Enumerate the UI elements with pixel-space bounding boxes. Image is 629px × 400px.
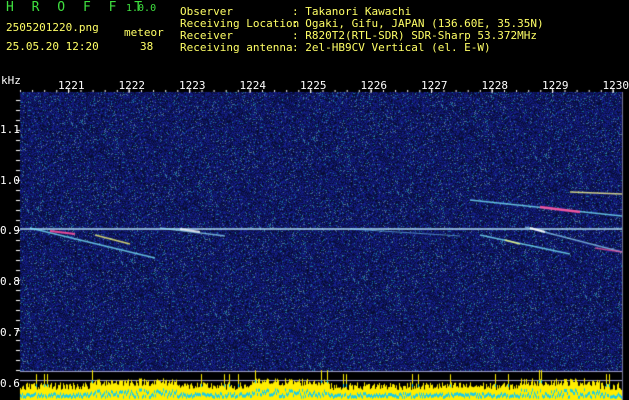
time-tick-label: 1221 [58,79,85,92]
time-tick-label: 1229 [542,79,569,92]
time-tick-label: 1228 [481,79,509,92]
antenna-label: Receiving antenna [180,41,293,54]
frequency-tick-label: 1.0 [0,174,20,187]
time-tick-label: 1226 [360,79,388,92]
meteor-label: meteor [124,26,164,39]
time-tick-label: 1223 [179,79,206,92]
meteor-count: 38 [140,40,154,53]
time-tick-label: 1222 [118,79,146,92]
app-version: 1.0.0 [126,3,157,14]
time-tick-label: 1230 [602,79,629,92]
frequency-tick-label: 0.8 [0,275,20,288]
frequency-tick-label: 0.7 [0,326,20,339]
frequency-tick-label: 0.9 [0,224,20,237]
frequency-tick-label: 1.1 [0,123,20,136]
file-datetime: 25.05.20 12:20 [6,40,99,53]
frequency-tick-label: 0.6 [0,377,20,390]
frequency-unit-label: kHz [1,74,21,87]
time-tick-label: 1224 [239,79,267,92]
file-name: 2505201220.png [6,21,99,34]
spectrogram-waterfall [0,0,629,400]
antenna-value: : 2el-HB9CV Vertical (el. E-W) [292,41,491,54]
time-tick-label: 1227 [421,79,448,92]
time-tick-label: 1225 [300,79,327,92]
